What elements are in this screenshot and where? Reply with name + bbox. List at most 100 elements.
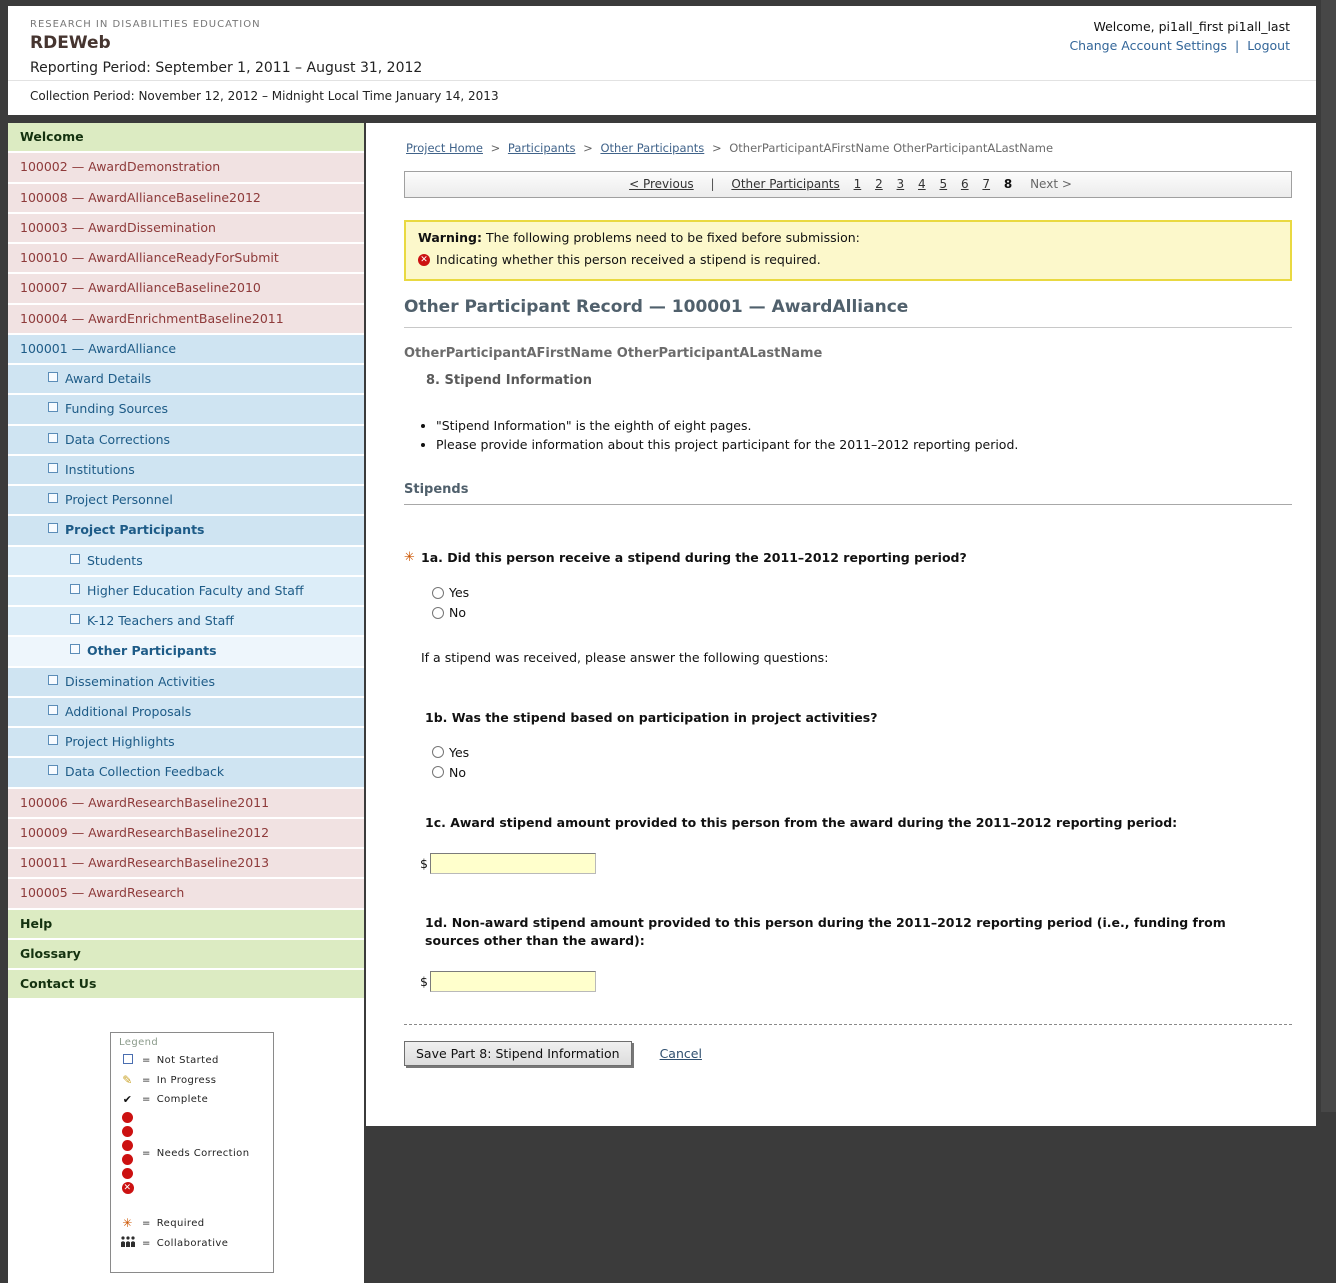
sidebar-item-dissemination-activities[interactable]: Dissemination Activities — [8, 668, 364, 698]
q1b-yes-radio[interactable] — [432, 746, 444, 758]
sidebar-item-100002[interactable]: 100002 — AwardDemonstration — [8, 153, 364, 183]
sidebar-item-additional-proposals[interactable]: Additional Proposals — [8, 698, 364, 728]
reporting-period: Reporting Period: September 1, 2011 – Au… — [30, 60, 1290, 76]
sidebar-item-100008[interactable]: 100008 — AwardAllianceBaseline2012 — [8, 184, 364, 214]
q1b-no-radio[interactable] — [432, 766, 444, 778]
legend-label: Required — [157, 1218, 205, 1229]
breadcrumb-other-participants[interactable]: Other Participants — [600, 141, 704, 155]
page-link-2[interactable]: 2 — [875, 177, 883, 191]
page-link-4[interactable]: 4 — [918, 177, 926, 191]
legend-spacer — [119, 1200, 265, 1210]
q1a-yes-option[interactable]: Yes — [432, 585, 1292, 600]
sidebar-item-glossary[interactable]: Glossary — [8, 940, 364, 970]
instructions-list: "Stipend Information" is the eighth of e… — [418, 418, 1292, 452]
question-1a-text: 1a. Did this person receive a stipend du… — [421, 549, 967, 567]
cancel-link[interactable]: Cancel — [660, 1046, 702, 1061]
sidebar-item-100004[interactable]: 100004 — AwardEnrichmentBaseline2011 — [8, 305, 364, 335]
legend-item-complete: ✔ = Complete — [119, 1093, 265, 1106]
sidebar-item-label: Data Collection Feedback — [65, 764, 224, 779]
sidebar-item-100007[interactable]: 100007 — AwardAllianceBaseline2010 — [8, 274, 364, 304]
page-link-7[interactable]: 7 — [982, 177, 990, 191]
page-link-6[interactable]: 6 — [961, 177, 969, 191]
sidebar-item-label: 100011 — AwardResearchBaseline2013 — [20, 855, 269, 870]
sidebar-item-students[interactable]: Students — [8, 547, 364, 577]
previous-page-link[interactable]: < Previous — [629, 177, 694, 191]
instruction-item: Please provide information about this pr… — [436, 437, 1292, 452]
q1b-yes-option[interactable]: Yes — [432, 745, 1292, 760]
not-started-icon — [70, 644, 80, 654]
question-1b: 1b. Was the stipend based on participati… — [425, 709, 1292, 727]
sidebar-item-100010[interactable]: 100010 — AwardAllianceReadyForSubmit — [8, 244, 364, 274]
sidebar-item-contact-us[interactable]: Contact Us — [8, 970, 364, 1000]
sidebar-item-label: 100006 — AwardResearchBaseline2011 — [20, 795, 269, 810]
not-started-icon — [48, 675, 58, 685]
sidebar-item-100006[interactable]: 100006 — AwardResearchBaseline2011 — [8, 789, 364, 819]
q1a-no-radio[interactable] — [432, 607, 444, 619]
sidebar-item-data-corrections[interactable]: Data Corrections — [8, 426, 364, 456]
sidebar-item-100001[interactable]: 100001 — AwardAlliance — [8, 335, 364, 365]
save-button[interactable]: Save Part 8: Stipend Information — [404, 1041, 632, 1066]
sidebar-item-label: Project Personnel — [65, 492, 173, 507]
sidebar-item-institutions[interactable]: Institutions — [8, 456, 364, 486]
other-participants-pages-link[interactable]: Other Participants — [731, 177, 839, 191]
header-link-separator: | — [1235, 38, 1239, 53]
sidebar-item-label: Funding Sources — [65, 401, 168, 416]
question-1c-text: 1c. Award stipend amount provided to thi… — [425, 814, 1177, 832]
question-1b-text: 1b. Was the stipend based on participati… — [425, 709, 877, 727]
collection-period: Collection Period: November 12, 2012 – M… — [8, 80, 1316, 115]
not-started-icon — [70, 584, 80, 594]
sidebar-item-label: 100003 — AwardDissemination — [20, 220, 216, 235]
yes-label: Yes — [449, 585, 469, 600]
breadcrumb-project-home[interactable]: Project Home — [406, 141, 483, 155]
sidebar-item-project-highlights[interactable]: Project Highlights — [8, 728, 364, 758]
sidebar-item-label: Award Details — [65, 371, 151, 386]
sidebar-item-k12-teachers-staff[interactable]: K-12 Teachers and Staff — [8, 607, 364, 637]
q1c-amount-row: $ — [420, 853, 1292, 874]
not-started-icon — [48, 463, 58, 473]
sidebar-item-higher-ed-faculty-staff[interactable]: Higher Education Faculty and Staff — [8, 577, 364, 607]
q1a-yes-radio[interactable] — [432, 587, 444, 599]
sidebar-item-label: Data Corrections — [65, 432, 170, 447]
sidebar-item-100011[interactable]: 100011 — AwardResearchBaseline2013 — [8, 849, 364, 879]
page-link-5[interactable]: 5 — [939, 177, 947, 191]
sidebar-item-funding-sources[interactable]: Funding Sources — [8, 395, 364, 425]
sidebar-item-award-details[interactable]: Award Details — [8, 365, 364, 395]
sidebar-item-label: 100009 — AwardResearchBaseline2012 — [20, 825, 269, 840]
sidebar-item-100009[interactable]: 100009 — AwardResearchBaseline2012 — [8, 819, 364, 849]
sidebar-item-100005[interactable]: 100005 — AwardResearch — [8, 879, 364, 909]
award-stipend-amount-input[interactable] — [430, 853, 596, 874]
sidebar-item-label: 100002 — AwardDemonstration — [20, 159, 220, 174]
form-separator — [404, 1024, 1292, 1025]
q1b-no-option[interactable]: No — [432, 765, 1292, 780]
non-award-stipend-amount-input[interactable] — [430, 971, 596, 992]
page-link-1[interactable]: 1 — [854, 177, 862, 191]
legend-label: Not Started — [157, 1055, 219, 1066]
sidebar-item-project-participants[interactable]: Project Participants — [8, 516, 364, 546]
people-icon — [119, 1236, 136, 1250]
breadcrumb-participants[interactable]: Participants — [508, 141, 576, 155]
legend-item-needs-correction: ✕ = Needs Correction — [119, 1112, 265, 1194]
change-account-settings-link[interactable]: Change Account Settings — [1069, 38, 1227, 53]
page-heading: 8. Stipend Information — [426, 373, 1292, 388]
breadcrumb: Project Home > Participants > Other Part… — [406, 141, 1292, 155]
q1d-amount-row: $ — [420, 971, 1292, 992]
sidebar-item-label: K-12 Teachers and Staff — [87, 613, 234, 628]
sidebar-item-label: Institutions — [65, 462, 135, 477]
not-started-icon — [48, 765, 58, 775]
sidebar-item-help[interactable]: Help — [8, 910, 364, 940]
welcome-text: Welcome, pi1all_first pi1all_last — [1069, 19, 1290, 34]
page-link-3[interactable]: 3 — [897, 177, 905, 191]
sidebar-item-data-collection-feedback[interactable]: Data Collection Feedback — [8, 758, 364, 788]
q1a-no-option[interactable]: No — [432, 605, 1292, 620]
question-1d-text: 1d. Non-award stipend amount provided to… — [425, 914, 1255, 949]
sidebar-item-other-participants[interactable]: Other Participants — [8, 637, 364, 667]
logout-link[interactable]: Logout — [1247, 38, 1290, 53]
sidebar-item-100003[interactable]: 100003 — AwardDissemination — [8, 214, 364, 244]
not-started-icon — [48, 372, 58, 382]
sidebar-item-welcome[interactable]: Welcome — [8, 123, 364, 153]
checkmark-icon: ✔ — [119, 1093, 136, 1106]
scrollbar-track[interactable] — [1321, 0, 1336, 1112]
pencil-icon: ✎ — [119, 1073, 136, 1087]
sidebar-item-project-personnel[interactable]: Project Personnel — [8, 486, 364, 516]
next-page-link[interactable]: Next > — [1030, 177, 1072, 191]
